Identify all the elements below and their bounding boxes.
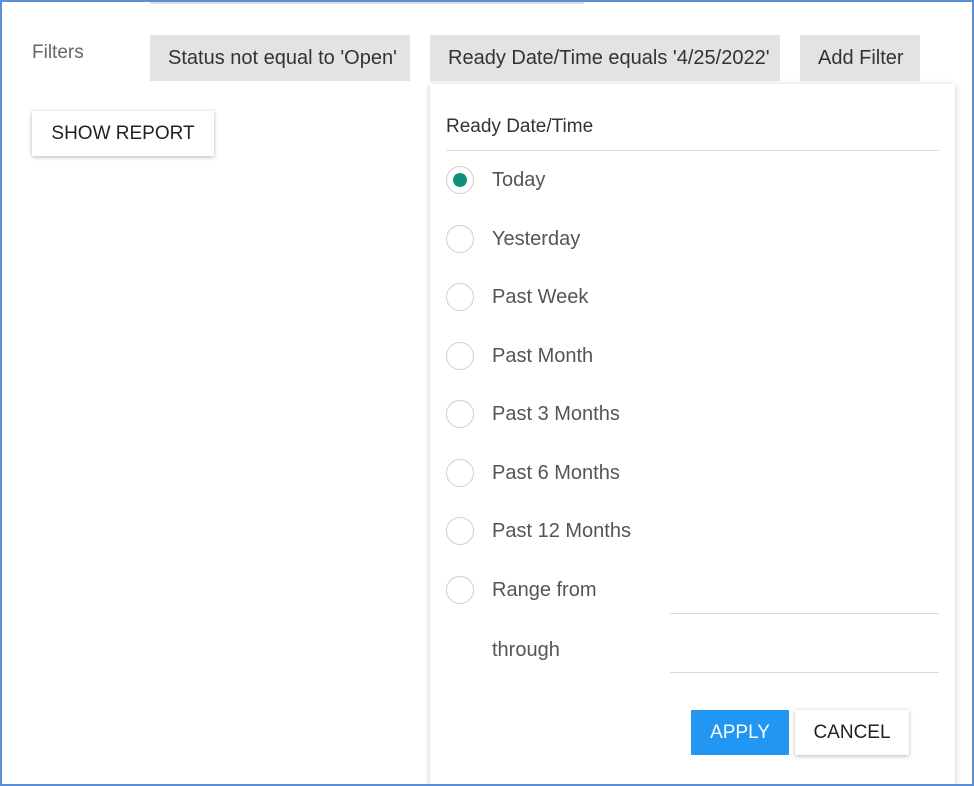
option-past-6-months[interactable]: Past 6 Months xyxy=(446,459,746,489)
radio-checked-icon[interactable] xyxy=(446,166,474,194)
through-label: through xyxy=(492,639,560,661)
top-divider xyxy=(150,2,584,4)
option-label: Past 3 Months xyxy=(492,403,620,425)
option-today[interactable]: Today xyxy=(446,166,746,196)
filter-chip-status[interactable]: Status not equal to 'Open' xyxy=(150,35,410,81)
report-filter-screen: Filters Status not equal to 'Open' Ready… xyxy=(0,0,974,786)
apply-button[interactable]: APPLY xyxy=(691,710,789,755)
option-label: Yesterday xyxy=(492,228,581,250)
option-past-3-months[interactable]: Past 3 Months xyxy=(446,400,746,430)
option-label: Past Week xyxy=(492,286,589,308)
option-past-week[interactable]: Past Week xyxy=(446,283,746,313)
option-label: Past Month xyxy=(492,345,594,367)
date-filter-panel: Ready Date/Time Today Yesterday Past Wee… xyxy=(430,84,955,784)
option-past-12-months[interactable]: Past 12 Months xyxy=(446,517,746,547)
option-past-month[interactable]: Past Month xyxy=(446,342,746,372)
radio-icon[interactable] xyxy=(446,225,474,253)
radio-icon[interactable] xyxy=(446,342,474,370)
option-label: Range from xyxy=(492,579,597,601)
cancel-button[interactable]: CANCEL xyxy=(795,710,909,755)
filters-label: Filters xyxy=(32,42,84,63)
option-range-from[interactable]: Range from xyxy=(446,576,666,606)
option-label: Past 6 Months xyxy=(492,462,620,484)
radio-icon[interactable] xyxy=(446,283,474,311)
option-yesterday[interactable]: Yesterday xyxy=(446,225,746,255)
panel-divider xyxy=(446,150,939,151)
show-report-button[interactable]: SHOW REPORT xyxy=(32,111,214,156)
radio-icon[interactable] xyxy=(446,517,474,545)
filter-chip-ready-date[interactable]: Ready Date/Time equals '4/25/2022' xyxy=(430,35,780,81)
option-label: Past 12 Months xyxy=(492,520,631,542)
range-through-input[interactable] xyxy=(670,646,939,673)
add-filter-button[interactable]: Add Filter xyxy=(800,35,920,81)
radio-icon[interactable] xyxy=(446,576,474,604)
option-label: Today xyxy=(492,169,546,191)
panel-title: Ready Date/Time xyxy=(446,116,594,137)
range-from-input[interactable] xyxy=(670,587,939,614)
radio-icon[interactable] xyxy=(446,459,474,487)
radio-icon[interactable] xyxy=(446,400,474,428)
